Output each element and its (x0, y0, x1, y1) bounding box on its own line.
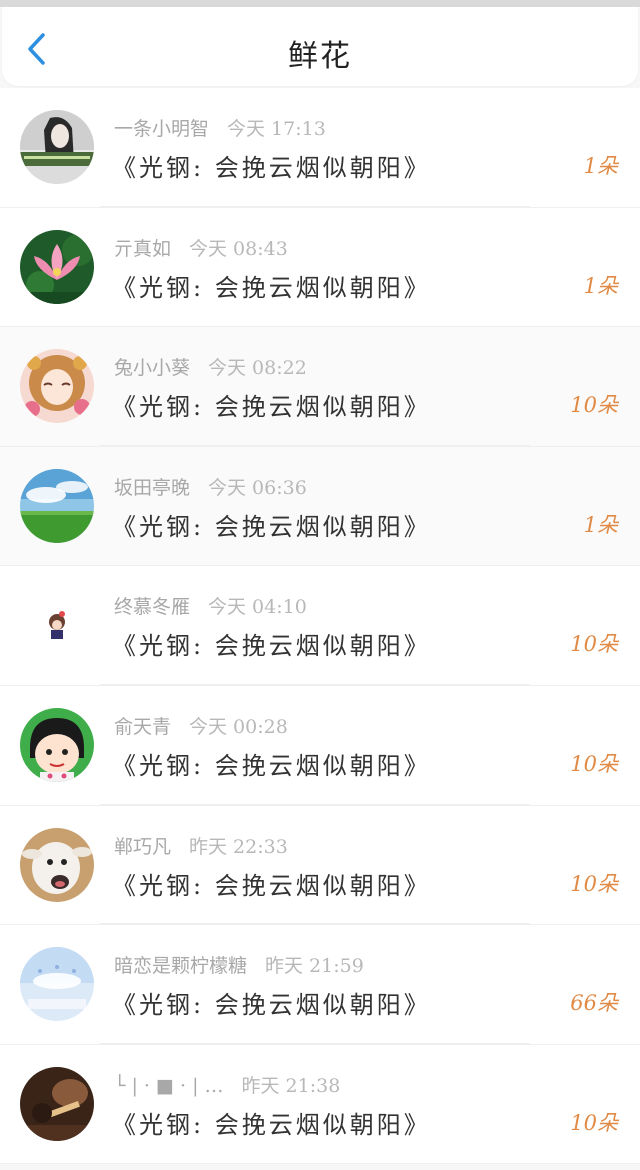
avatar-anime-girl-image (20, 349, 94, 424)
work-title: 《光钢: 会挽云烟似朝阳》 (112, 393, 431, 422)
username[interactable]: 亓真如 (114, 238, 171, 260)
divider (100, 683, 530, 685)
avatar-lotus-image (20, 229, 94, 304)
divider (100, 1042, 530, 1044)
list-item[interactable]: 终慕冬雁 今天 04:10 《光钢: 会挽云烟似朝阳》 10朵 (0, 566, 640, 686)
flower-count: 10朵 (570, 632, 618, 657)
work-title: 《光钢: 会挽云烟似朝阳》 (112, 273, 431, 302)
work-title: 《光钢: 会挽云烟似朝阳》 (112, 154, 431, 182)
flower-list: 一条小明智 今天 17:13 《光钢: 会挽云烟似朝阳》 1朵 亓真如 今天 08:… (0, 88, 640, 1165)
list-item[interactable]: 坂田亭晚 今天 06:36 《光钢: 会挽云烟似朝阳》 1朵 (0, 446, 640, 567)
avatar-grassland-image (20, 468, 94, 543)
username[interactable]: 暗恋是颗柠檬糖 (114, 955, 247, 977)
work-title: 《光钢: 会挽云烟似朝阳》 (112, 871, 431, 900)
timestamp: 今天 06:36 (208, 476, 307, 499)
list-item[interactable]: 郸巧凡 昨天 22:33 《光钢: 会挽云烟似朝阳》 10朵 (0, 805, 640, 926)
username[interactable]: └ | · ■ · | … (114, 1075, 224, 1097)
avatar[interactable] (20, 349, 94, 424)
list-item[interactable]: 暗恋是颗柠檬糖 昨天 21:59 《光钢: 会挽云烟似朝阳》 66朵 (0, 925, 640, 1045)
username[interactable]: 兔小小葵 (114, 357, 190, 379)
avatar-dark-photo-image (20, 1066, 94, 1141)
timestamp: 今天 00:28 (189, 715, 288, 738)
meta-line: 终慕冬雁 今天 04:10 (114, 592, 307, 619)
avatar[interactable] (20, 947, 94, 1022)
avatar[interactable] (20, 707, 94, 782)
flower-count: 1朵 (583, 273, 618, 298)
avatar[interactable] (20, 1066, 94, 1141)
status-strip (0, 0, 640, 7)
page-title: 鲜花 (288, 39, 352, 74)
work-title: 《光钢: 会挽云烟似朝阳》 (112, 751, 431, 780)
meta-line: 俞天青 今天 00:28 (114, 712, 288, 739)
navigation-header: 鲜花 (2, 7, 638, 86)
list-item[interactable]: 兔小小葵 今天 08:22 《光钢: 会挽云烟似朝阳》 10朵 (0, 327, 640, 447)
flower-count: 1朵 (583, 154, 618, 178)
meta-line: 坂田亭晚 今天 06:36 (114, 473, 307, 500)
timestamp: 今天 08:22 (208, 357, 307, 380)
meta-line: 一条小明智 今天 17:13 (114, 114, 326, 141)
flower-count: 10朵 (570, 751, 618, 776)
avatar-goat-image (20, 827, 94, 902)
meta-line: 兔小小葵 今天 08:22 (114, 353, 307, 380)
work-title: 《光钢: 会挽云烟似朝阳》 (112, 1110, 431, 1139)
work-title: 《光钢: 会挽云烟似朝阳》 (112, 512, 431, 541)
flower-count: 66朵 (570, 991, 618, 1016)
timestamp: 今天 17:13 (227, 118, 326, 140)
meta-line: └ | · ■ · | … 昨天 21:38 (114, 1071, 340, 1098)
flower-count: 10朵 (570, 871, 618, 896)
meta-line: 郸巧凡 昨天 22:33 (114, 832, 288, 859)
avatar-cartoon-image (20, 707, 94, 782)
list-item[interactable]: 俞天青 今天 00:28 《光钢: 会挽云烟似朝阳》 10朵 (0, 685, 640, 806)
username[interactable]: 一条小明智 (114, 118, 209, 140)
meta-line: 暗恋是颗柠檬糖 昨天 21:59 (114, 951, 364, 978)
divider (100, 923, 530, 925)
avatar[interactable] (20, 827, 94, 902)
timestamp: 昨天 21:59 (265, 955, 364, 978)
avatar-photo-girl-image (20, 110, 94, 184)
divider (100, 803, 530, 805)
timestamp: 昨天 21:38 (241, 1074, 341, 1097)
username[interactable]: 坂田亭晚 (114, 477, 190, 499)
list-item[interactable]: 亓真如 今天 08:43 《光钢: 会挽云烟似朝阳》 1朵 (0, 207, 640, 328)
meta-line: 亓真如 今天 08:43 (114, 234, 288, 261)
timestamp: 昨天 22:33 (189, 835, 288, 858)
username[interactable]: 终慕冬雁 (114, 596, 190, 618)
flower-count: 10朵 (570, 393, 618, 418)
username[interactable]: 郸巧凡 (114, 836, 171, 858)
username[interactable]: 俞天青 (114, 716, 171, 738)
divider (100, 205, 530, 207)
list-item[interactable]: 一条小明智 今天 17:13 《光钢: 会挽云烟似朝阳》 1朵 (0, 88, 640, 208)
flower-count: 10朵 (570, 1110, 618, 1135)
avatar[interactable] (20, 110, 94, 184)
flower-count: 1朵 (583, 512, 618, 537)
timestamp: 今天 04:10 (208, 596, 307, 619)
avatar[interactable] (20, 468, 94, 543)
work-title: 《光钢: 会挽云烟似朝阳》 (112, 632, 431, 661)
avatar-pastel-image (20, 947, 94, 1022)
work-title: 《光钢: 会挽云烟似朝阳》 (112, 991, 431, 1020)
list-item[interactable]: └ | · ■ · | … 昨天 21:38 《光钢: 会挽云烟似朝阳》 10朵 (0, 1044, 640, 1165)
avatar[interactable] (20, 588, 94, 663)
avatar-chibi-image (20, 588, 94, 663)
divider (100, 444, 530, 446)
avatar[interactable] (20, 229, 94, 304)
timestamp: 今天 08:43 (189, 237, 288, 260)
